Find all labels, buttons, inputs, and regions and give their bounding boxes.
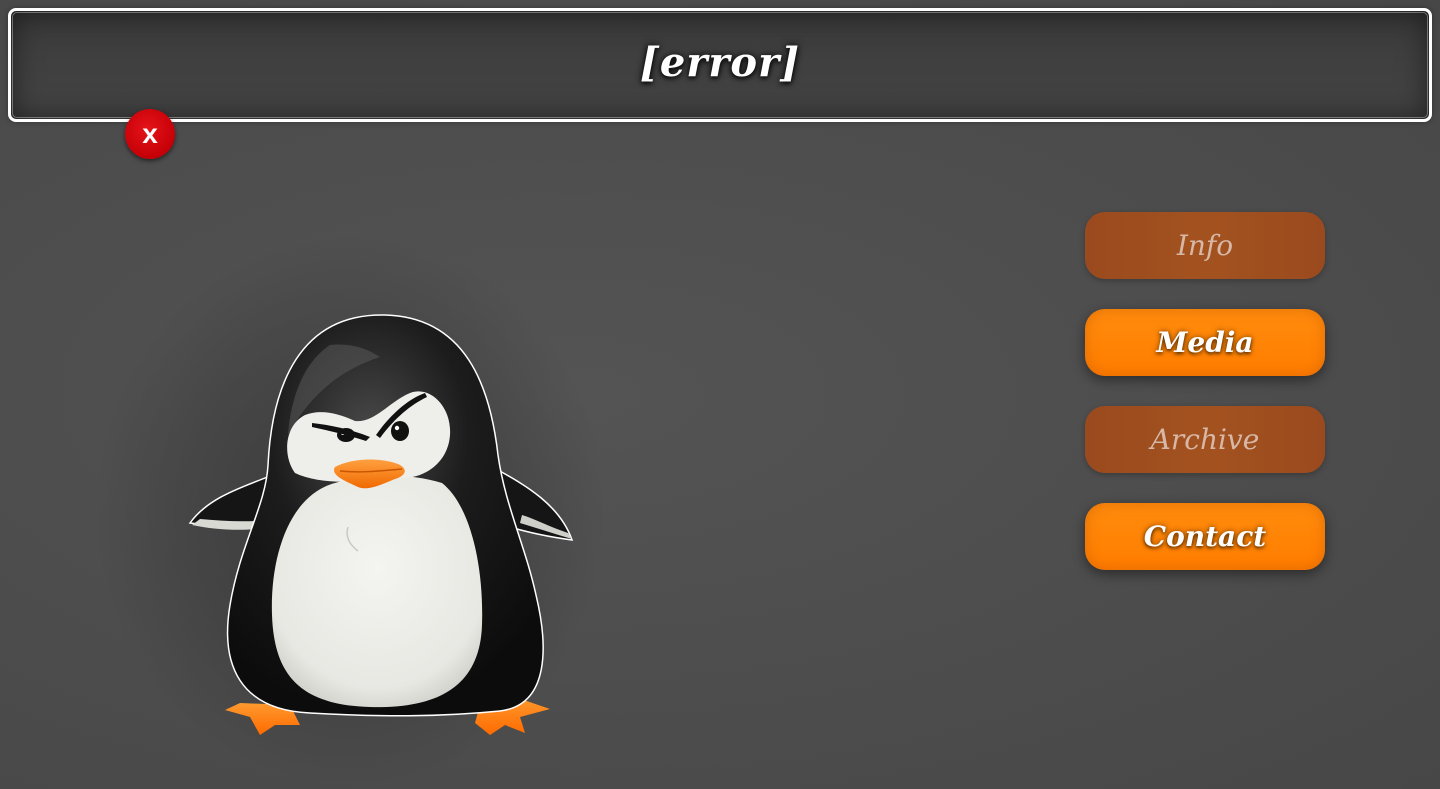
penguin-icon (188, 314, 574, 735)
nav-button-archive[interactable]: Archive (1085, 406, 1325, 473)
close-icon: x (142, 118, 158, 149)
close-button[interactable]: x (125, 109, 175, 159)
header-bar: [error] (8, 8, 1432, 122)
page: [error] x Info Media Archive Contact (0, 0, 1440, 789)
nav-button-contact[interactable]: Contact (1085, 503, 1325, 570)
penguin-mascot (180, 305, 580, 745)
nav-button-media[interactable]: Media (1085, 309, 1325, 376)
nav-button-info[interactable]: Info (1085, 212, 1325, 279)
page-title: [error] (639, 39, 801, 86)
nav-menu: Info Media Archive Contact (1085, 212, 1325, 600)
